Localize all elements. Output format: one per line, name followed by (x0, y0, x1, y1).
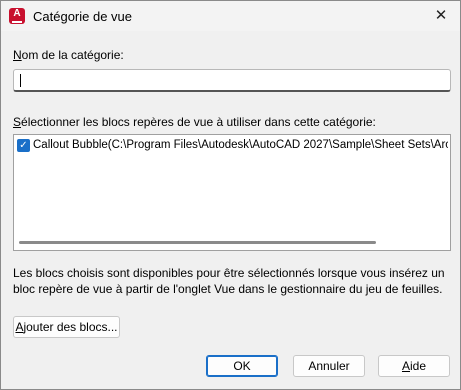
info-text: Les blocs choisis sont disponibles pour … (13, 266, 445, 296)
blocks-list[interactable]: ✓ Callout Bubble(C:\Program Files\Autode… (13, 134, 451, 251)
dialog-window: A Catégorie de vue ✕ Nom de la catégorie… (0, 0, 461, 390)
app-icon-bar (12, 21, 22, 23)
add-blocks-label: jouter des blocs... (23, 320, 118, 334)
close-icon[interactable]: ✕ (430, 5, 452, 27)
checkmark-icon[interactable]: ✓ (17, 139, 30, 152)
cancel-button[interactable]: Annuler (293, 355, 365, 377)
help-button[interactable]: Aide (378, 355, 450, 377)
add-blocks-button[interactable]: Ajouter des blocs... (13, 316, 120, 338)
category-name-input[interactable] (13, 69, 451, 92)
ok-button[interactable]: OK (206, 355, 278, 377)
list-item[interactable]: ✓ Callout Bubble(C:\Program Files\Autode… (16, 137, 448, 155)
blocks-label: Sélectionner les blocs repères de vue à … (13, 115, 376, 129)
title-bar: A Catégorie de vue ✕ (1, 1, 460, 31)
list-item-label: Callout Bubble(C:\Program Files\Autodesk… (33, 139, 448, 151)
name-label-accesskey: N (13, 48, 22, 62)
horizontal-scrollbar-thumb[interactable] (19, 241, 376, 244)
name-label: Nom de la catégorie: (13, 48, 124, 62)
blocks-label-accesskey: S (13, 115, 22, 129)
dialog-title: Catégorie de vue (33, 9, 133, 24)
text-caret (20, 74, 21, 87)
app-icon-letter: A (13, 8, 21, 19)
help-label: ide (410, 359, 427, 373)
blocks-label-text: électionner les blocs repères de vue à u… (21, 115, 376, 129)
autocad-app-icon: A (9, 8, 25, 24)
help-accesskey: A (401, 359, 410, 373)
name-label-text: om de la catégorie: (21, 48, 124, 62)
